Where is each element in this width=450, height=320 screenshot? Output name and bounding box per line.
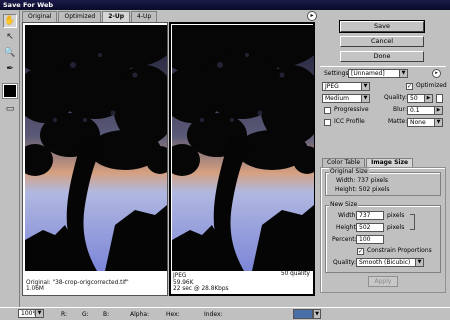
progressive-checkbox[interactable] [324, 107, 331, 114]
resample-quality-label: Quality: [333, 259, 357, 266]
tab-original[interactable]: Original [22, 11, 58, 22]
width-label: Width: [338, 212, 358, 219]
optimized-quality-label: 50 quality [280, 271, 310, 277]
format-value: JPEG [325, 83, 339, 90]
tab-color-table[interactable]: Color Table [322, 158, 366, 167]
original-filename: Original: "38-crop-origcorrected.tif" [26, 279, 129, 286]
original-image [25, 25, 167, 271]
resample-quality-select[interactable]: Smooth (Bicubic) ▼ [356, 258, 424, 267]
panel-tabs: Color Table Image Size [322, 158, 414, 167]
width-input[interactable]: 737 [356, 211, 384, 220]
chevron-down-icon: ▼ [361, 95, 369, 102]
status-alpha: Alpha: [130, 311, 150, 318]
quality-select[interactable]: 50 ▶ [407, 94, 433, 103]
format-select[interactable]: JPEG ▼ [322, 82, 370, 91]
resample-quality-value: Smooth (Bicubic) [359, 259, 411, 266]
icc-profile-label: ICC Profile [334, 118, 365, 125]
percent-label: Percent: [332, 236, 357, 243]
slice-select-tool-icon[interactable]: ↖ [3, 30, 17, 44]
height-label: Height: [336, 224, 358, 231]
original-width: Width: 737 pixels [336, 177, 389, 184]
status-g: G: [82, 311, 89, 318]
chevron-down-icon: ▼ [415, 259, 423, 266]
zoom-select[interactable]: 100% ▼ [18, 309, 44, 318]
status-index: Index: [204, 311, 223, 318]
settings-label: Settings: [324, 70, 351, 77]
tab-2-up[interactable]: 2-Up [102, 11, 131, 22]
settings-preset-select[interactable]: [Unnamed] ▼ [348, 69, 408, 78]
status-r: R: [61, 311, 68, 318]
chevron-down-icon: ▼ [35, 310, 43, 317]
new-size-title: New Size [329, 201, 359, 208]
quality-slider-icon[interactable] [436, 94, 443, 103]
blur-label: Blur: [393, 106, 407, 113]
eyedropper-color-swatch[interactable] [2, 83, 18, 99]
done-button[interactable]: Done [340, 51, 424, 62]
browser-preview-icon[interactable] [293, 309, 313, 319]
matte-value: None [410, 119, 426, 126]
matte-label: Matte: [388, 118, 408, 125]
constrain-proportions-label: Constrain Proportions [367, 247, 432, 254]
constrain-proportions-checkbox[interactable]: ✓ [357, 248, 364, 255]
optimized-format: JPEG [173, 273, 187, 280]
optimized-image [172, 25, 314, 271]
window-title: Save For Web [0, 0, 450, 10]
chevron-down-icon: ▶ [434, 107, 442, 114]
toolbox: ✋ ↖ 🔍 ✒ ▭ [0, 10, 20, 308]
chevron-down-icon[interactable]: ▼ [313, 309, 321, 319]
view-tabs: Original Optimized 2-Up 4-Up [22, 11, 158, 22]
settings-menu-icon[interactable]: ▸ [432, 69, 441, 78]
status-bar: 100% ▼ R: G: B: Alpha: Hex: Index: ▼ [0, 307, 450, 320]
cancel-button[interactable]: Cancel [340, 36, 424, 47]
original-pane-info: Original: "38-crop-origcorrected.tif" 1.… [26, 280, 129, 293]
chevron-down-icon: ▼ [399, 70, 407, 77]
matte-select[interactable]: None ▼ [407, 118, 443, 127]
chevron-down-icon: ▶ [424, 95, 432, 102]
optimized-label: Optimized [416, 82, 447, 89]
tab-4-up[interactable]: 4-Up [131, 11, 158, 22]
percent-input[interactable]: 100 [356, 235, 384, 244]
width-unit: pixels [387, 212, 405, 219]
apply-button[interactable]: Apply [368, 276, 398, 287]
hand-tool-icon[interactable]: ✋ [3, 14, 17, 28]
compression-value: Medium [325, 95, 349, 102]
original-filesize: 1.06M [26, 286, 44, 293]
original-image-pane[interactable]: Original: "38-crop-origcorrected.tif" 1.… [22, 22, 168, 296]
blur-value: 0.1 [410, 107, 420, 114]
status-b: B: [103, 311, 110, 318]
height-input[interactable]: 502 [356, 223, 384, 232]
constrain-link-icon [410, 214, 415, 230]
progressive-label: Progressive [334, 106, 369, 113]
toggle-slices-icon[interactable]: ▭ [3, 102, 17, 116]
original-height: Height: 502 pixels [335, 186, 390, 193]
tab-image-size[interactable]: Image Size [366, 158, 414, 167]
tab-optimized[interactable]: Optimized [58, 11, 102, 22]
optimized-pane-info: JPEG 59.96K 22 sec @ 28.8Kbps [173, 273, 229, 293]
zoom-tool-icon[interactable]: 🔍 [3, 46, 17, 60]
blur-select[interactable]: 0.1 ▶ [407, 106, 443, 115]
optimized-filesize: 59.96K [173, 279, 194, 286]
optimized-image-pane[interactable]: 50 quality JPEG 59.96K 22 sec @ 28.8Kbps [169, 22, 315, 296]
status-hex: Hex: [166, 311, 180, 318]
save-button[interactable]: Save [339, 20, 425, 33]
chevron-down-icon: ▼ [361, 83, 369, 90]
quality-value: 50 [410, 95, 418, 102]
settings-preset-value: [Unnamed] [351, 70, 385, 77]
original-size-title: Original Size [329, 168, 369, 175]
quality-label: Quality: [384, 94, 408, 101]
separator [320, 66, 446, 67]
eyedropper-tool-icon[interactable]: ✒ [3, 62, 17, 76]
compression-select[interactable]: Medium ▼ [322, 94, 370, 103]
preview-menu-button[interactable]: ▸ [307, 11, 317, 21]
height-unit: pixels [387, 224, 405, 231]
chevron-down-icon: ▼ [434, 119, 442, 126]
icc-profile-checkbox[interactable] [324, 119, 331, 126]
optimized-checkbox[interactable]: ✓ [406, 83, 413, 90]
optimized-download-time: 22 sec @ 28.8Kbps [173, 286, 229, 293]
